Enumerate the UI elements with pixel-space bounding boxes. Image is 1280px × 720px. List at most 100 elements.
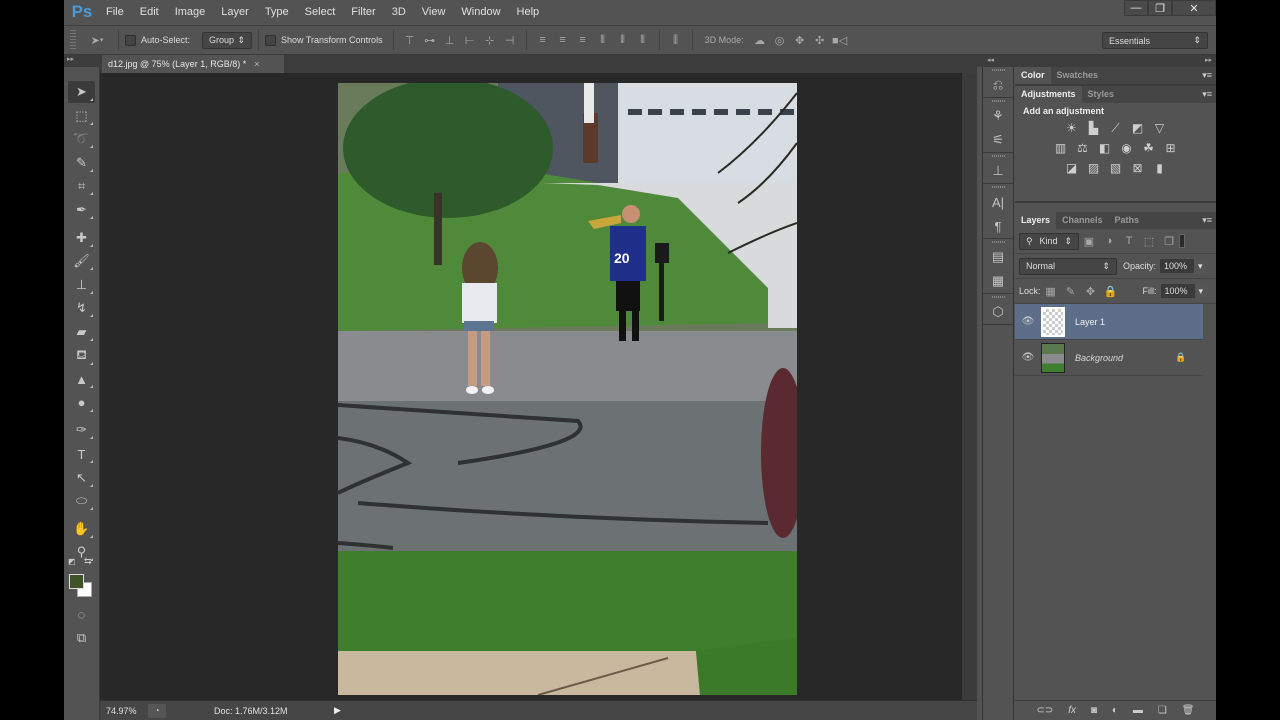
menu-view[interactable]: View: [414, 0, 454, 24]
healing-brush-tool[interactable]: ✚: [68, 227, 95, 249]
menu-select[interactable]: Select: [297, 0, 344, 24]
character-styles-icon[interactable]: ▤: [983, 245, 1013, 269]
brightness-contrast-icon[interactable]: ☀: [1064, 120, 1080, 136]
distribute-vcenter-icon[interactable]: ≡: [553, 31, 573, 49]
layer-filter-kind-dropdown[interactable]: ⚲ Kind ⇕: [1019, 232, 1079, 250]
delete-layer-icon[interactable]: 🗑: [1182, 705, 1195, 716]
ellipse-tool[interactable]: ⬭: [68, 490, 95, 512]
collapse-panels-icon[interactable]: ▸▸: [1205, 56, 1212, 64]
history-brush-tool[interactable]: ↯: [68, 297, 95, 319]
fill-input[interactable]: 100%: [1160, 284, 1195, 298]
auto-align-layers-icon[interactable]: ⫼: [666, 31, 686, 49]
zoom-level[interactable]: 74.97%: [100, 706, 144, 716]
paragraph-icon[interactable]: ¶: [983, 214, 1013, 238]
menu-image[interactable]: Image: [167, 0, 214, 24]
curves-icon[interactable]: ⟋: [1108, 120, 1124, 136]
3d-slide-icon[interactable]: ✣: [810, 31, 830, 49]
fill-dropdown-arrow[interactable]: ▾: [1194, 283, 1208, 299]
layer-row-layer-1[interactable]: 👁 Layer 1: [1015, 304, 1203, 340]
quick-mask-icon[interactable]: ◌: [68, 603, 95, 625]
lock-position-icon[interactable]: ✥: [1081, 282, 1101, 300]
character-icon[interactable]: A|: [983, 190, 1013, 214]
eraser-tool[interactable]: ▰: [68, 321, 95, 343]
panel-menu-icon[interactable]: ▾≡: [1202, 70, 1212, 81]
tab-layers[interactable]: Layers: [1015, 212, 1057, 229]
tab-channels[interactable]: Channels: [1056, 212, 1109, 229]
menu-layer[interactable]: Layer: [213, 0, 257, 24]
paint-bucket-tool[interactable]: ⛾: [68, 345, 95, 367]
panel-menu-icon[interactable]: ▾≡: [1202, 89, 1212, 100]
swap-colors-icon[interactable]: ⇆: [84, 556, 92, 567]
filter-toggle[interactable]: [1179, 234, 1185, 248]
default-colors-icon[interactable]: ◩: [68, 557, 76, 566]
tab-adjustments[interactable]: Adjustments: [1015, 86, 1082, 103]
restore-button[interactable]: ❐: [1148, 0, 1172, 16]
history-icon[interactable]: ⎌: [983, 73, 1013, 97]
brush-presets-icon[interactable]: ⚘: [983, 104, 1013, 128]
align-top-icon[interactable]: ⊤: [400, 31, 420, 49]
panel-menu-icon[interactable]: ▾≡: [1202, 215, 1212, 226]
menu-type[interactable]: Type: [257, 0, 297, 24]
new-group-icon[interactable]: ▬: [1133, 705, 1143, 716]
workspace-dropdown[interactable]: Essentials ⇕: [1102, 32, 1208, 49]
clone-stamp-tool[interactable]: ⊥: [68, 274, 95, 296]
tab-styles[interactable]: Styles: [1082, 86, 1121, 103]
auto-select-checkbox[interactable]: [125, 34, 136, 46]
menu-window[interactable]: Window: [453, 0, 508, 24]
menu-edit[interactable]: Edit: [132, 0, 167, 24]
menu-help[interactable]: Help: [509, 0, 548, 24]
menu-file[interactable]: File: [98, 0, 132, 24]
align-hcenter-icon[interactable]: ⊹: [480, 31, 500, 49]
filter-shape-icon[interactable]: ⬚: [1139, 232, 1159, 250]
black-white-icon[interactable]: ◧: [1097, 140, 1113, 156]
opacity-input[interactable]: 100%: [1160, 259, 1195, 273]
type-tool[interactable]: T: [68, 443, 95, 465]
document-tab[interactable]: d12.jpg @ 75% (Layer 1, RGB/8) * ×: [102, 55, 284, 73]
3d-orbit-icon[interactable]: ☁: [750, 31, 770, 49]
collapse-iconstrip-icon[interactable]: ◂◂: [987, 56, 994, 64]
path-selection-tool[interactable]: ↖: [68, 467, 95, 489]
tab-color[interactable]: Color: [1015, 67, 1051, 84]
new-layer-icon[interactable]: ❏: [1158, 705, 1167, 716]
color-balance-icon[interactable]: ⚖: [1075, 140, 1091, 156]
lock-image-icon[interactable]: ✎: [1061, 282, 1081, 300]
distribute-right-icon[interactable]: ⫴: [633, 31, 653, 49]
new-adjustment-layer-icon[interactable]: ◐: [1112, 705, 1118, 716]
lock-all-icon[interactable]: 🔒: [1101, 282, 1121, 300]
layer-style-fx-icon[interactable]: fx: [1068, 705, 1076, 716]
levels-icon[interactable]: ▙: [1086, 120, 1102, 136]
vibrance-icon[interactable]: ▽: [1152, 120, 1168, 136]
quick-selection-tool[interactable]: ✎: [68, 152, 95, 174]
visibility-eye-icon[interactable]: 👁: [1015, 352, 1041, 363]
exposure-icon[interactable]: ◩: [1130, 120, 1146, 136]
distribute-left-icon[interactable]: ⫴: [593, 31, 613, 49]
distribute-bottom-icon[interactable]: ≡: [573, 31, 593, 49]
move-tool[interactable]: ➤: [68, 81, 95, 103]
marquee-tool[interactable]: ⬚: [68, 105, 95, 127]
3d-roll-icon[interactable]: ◎: [770, 31, 790, 49]
screen-mode-icon[interactable]: ⧉: [68, 627, 95, 649]
status-info-icon[interactable]: ◔: [148, 703, 166, 718]
menu-3d[interactable]: 3D: [384, 0, 414, 24]
align-left-icon[interactable]: ⊢: [460, 31, 480, 49]
status-menu-arrow-icon[interactable]: ▶: [334, 705, 341, 716]
canvas-area[interactable]: 20: [100, 73, 962, 700]
align-vcenter-icon[interactable]: ⊶: [420, 31, 440, 49]
minimize-button[interactable]: —: [1124, 0, 1148, 16]
brush-tool[interactable]: 🖌: [68, 250, 95, 272]
align-bottom-icon[interactable]: ⊥: [440, 31, 460, 49]
hue-saturation-icon[interactable]: ▥: [1053, 140, 1069, 156]
dodge-tool[interactable]: ●: [68, 392, 95, 414]
opacity-dropdown-arrow[interactable]: ▾: [1194, 258, 1207, 274]
selective-color-icon[interactable]: ⊠: [1130, 160, 1146, 176]
show-transform-controls-checkbox[interactable]: [265, 34, 277, 46]
tab-swatches[interactable]: Swatches: [1051, 67, 1105, 84]
invert-icon[interactable]: ◪: [1064, 160, 1080, 176]
close-tab-icon[interactable]: ×: [254, 59, 259, 69]
pen-tool[interactable]: ✑: [68, 419, 95, 441]
filter-type-icon[interactable]: T: [1119, 232, 1139, 250]
filter-adjustment-icon[interactable]: ◑: [1099, 232, 1119, 250]
auto-select-target-dropdown[interactable]: Group ⇕: [202, 31, 253, 49]
channel-mixer-icon[interactable]: ☘: [1141, 140, 1157, 156]
threshold-icon[interactable]: ▧: [1108, 160, 1124, 176]
